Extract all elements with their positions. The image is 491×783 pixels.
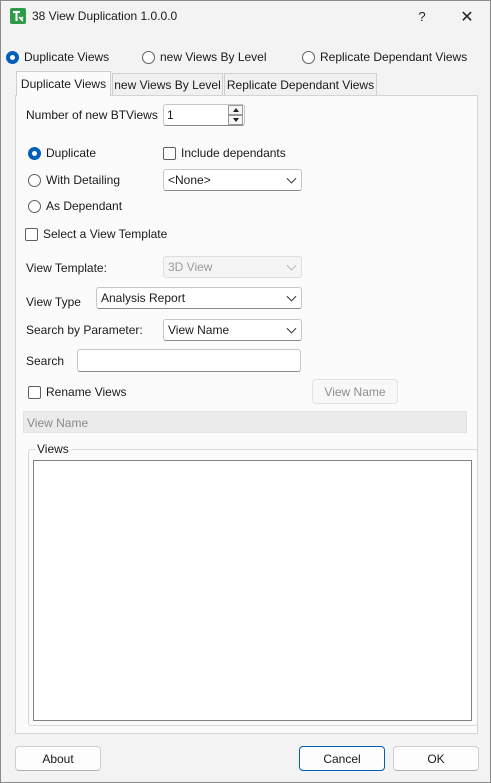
search-input[interactable] <box>77 349 301 372</box>
combo-value: View Name <box>168 323 230 337</box>
view-template-label: View Template: <box>26 261 107 275</box>
search-param-combo[interactable]: View Name <box>163 319 302 341</box>
views-listbox[interactable] <box>33 460 472 721</box>
tab-replicate-dependant-views[interactable]: Replicate Dependant Views <box>224 73 377 95</box>
radio-empty-icon[interactable] <box>28 199 41 213</box>
about-button[interactable]: About <box>15 746 101 771</box>
ok-button[interactable]: OK <box>393 746 479 771</box>
radio-label: With Detailing <box>46 173 121 187</box>
view-template-combo[interactable]: 3D View <box>163 256 302 278</box>
chevron-down-icon <box>286 173 297 184</box>
view-type-combo[interactable]: Analysis Report <box>96 287 302 309</box>
tab-new-views-by-level[interactable]: new Views By Level <box>112 73 223 95</box>
view-name-placeholder: View Name <box>27 416 89 430</box>
views-group-label: Views <box>37 442 69 456</box>
checkbox-label: Select a View Template <box>43 227 168 241</box>
cancel-button[interactable]: Cancel <box>299 746 385 771</box>
radio-label: As Dependant <box>46 199 123 213</box>
search-param-label: Search by Parameter: <box>26 323 143 337</box>
radio-duplicate[interactable]: Duplicate <box>28 144 96 162</box>
dialog-window: 38 View Duplication 1.0.0.0 ? ✕ Duplicat… <box>0 0 491 783</box>
radio-label: Duplicate Views <box>24 50 110 64</box>
checkbox-icon[interactable] <box>163 146 176 160</box>
radio-label: Replicate Dependant Views <box>320 50 468 64</box>
radio-empty-icon[interactable] <box>302 50 315 64</box>
tab-duplicate-views[interactable]: Duplicate Views <box>16 71 111 96</box>
radio-empty-icon[interactable] <box>142 50 155 64</box>
help-button[interactable]: ? <box>399 1 445 32</box>
select-template-checkbox[interactable]: Select a View Template <box>25 225 167 243</box>
stepper-up-button[interactable] <box>228 105 243 115</box>
radio-selected-icon[interactable] <box>6 50 19 64</box>
down-arrow-icon <box>232 118 239 122</box>
checkbox-icon[interactable] <box>25 227 38 241</box>
number-value[interactable]: 1 <box>167 108 174 122</box>
radio-as-dependant[interactable]: As Dependant <box>28 197 122 215</box>
radio-with-detailing[interactable]: With Detailing <box>28 171 120 189</box>
chevron-down-icon <box>286 260 297 271</box>
title-bar[interactable]: 38 View Duplication 1.0.0.0 ? ✕ <box>1 1 490 32</box>
radio-replicate-dependant-views[interactable]: Replicate Dependant Views <box>302 48 467 66</box>
radio-duplicate-views[interactable]: Duplicate Views <box>6 48 109 66</box>
checkbox-icon[interactable] <box>28 385 41 399</box>
close-button[interactable]: ✕ <box>444 1 490 32</box>
radio-selected-icon[interactable] <box>28 146 41 160</box>
checkbox-label: Rename Views <box>46 385 127 399</box>
include-dependants-checkbox[interactable]: Include dependants <box>163 144 286 162</box>
chevron-down-icon <box>286 323 297 334</box>
radio-new-views-by-level[interactable]: new Views By Level <box>142 48 267 66</box>
radio-label: new Views By Level <box>160 50 267 64</box>
stepper-down-button[interactable] <box>228 115 243 125</box>
view-name-button[interactable]: View Name <box>312 379 398 404</box>
number-label: Number of new BTViews <box>26 108 158 122</box>
number-stepper[interactable]: 1 <box>163 104 245 126</box>
radio-label: Duplicate <box>46 146 97 160</box>
combo-value: Analysis Report <box>101 291 186 305</box>
app-icon <box>10 8 26 24</box>
chevron-down-icon <box>286 291 297 302</box>
checkbox-label: Include dependants <box>181 146 286 160</box>
combo-value: 3D View <box>168 260 213 274</box>
rename-views-checkbox[interactable]: Rename Views <box>28 383 126 401</box>
radio-empty-icon[interactable] <box>28 173 41 187</box>
combo-value: <None> <box>168 173 211 187</box>
search-label: Search <box>26 354 65 368</box>
view-type-label: View Type <box>26 295 81 309</box>
view-name-field[interactable]: View Name <box>23 411 467 433</box>
dependants-combo[interactable]: <None> <box>163 169 302 191</box>
up-arrow-icon <box>232 108 239 112</box>
window-title: 38 View Duplication 1.0.0.0 <box>32 9 178 23</box>
